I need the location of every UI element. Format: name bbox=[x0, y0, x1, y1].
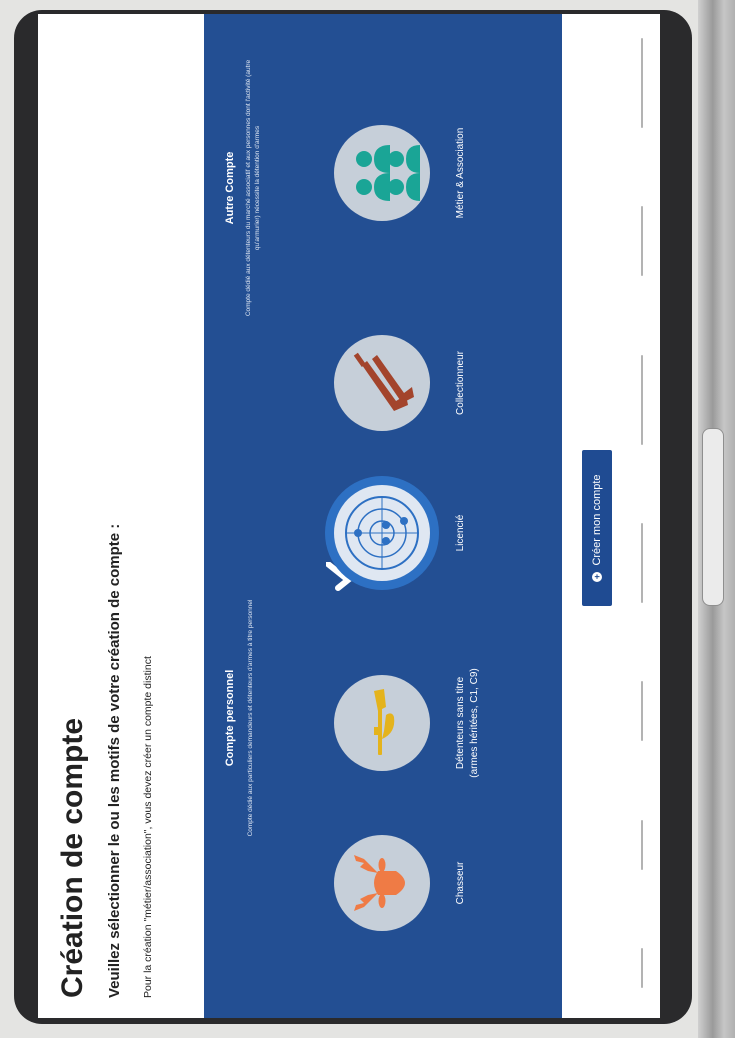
antique-guns-icon bbox=[353, 352, 414, 411]
option-metier-association[interactable]: Métier & Association bbox=[334, 98, 468, 248]
footer-link[interactable] bbox=[641, 523, 643, 604]
option-label: Détenteurs sans titre (armes héritées, C… bbox=[454, 648, 481, 798]
page-subtitle: Veuillez sélectionner le ou les motifs d… bbox=[106, 523, 123, 998]
create-account-button[interactable]: + Créer mon compte bbox=[582, 450, 612, 606]
option-licencie[interactable]: Licencié bbox=[326, 458, 468, 608]
option-chasseur[interactable]: Chasseur bbox=[334, 808, 468, 958]
option-circle bbox=[334, 335, 430, 431]
group-title-personal: Compte personnel bbox=[224, 669, 236, 767]
target-icon bbox=[345, 496, 419, 570]
option-detenteurs-sans-titre[interactable]: Détenteurs sans titre (armes héritées, C… bbox=[334, 648, 481, 798]
option-label-line1: Détenteurs sans titre bbox=[455, 676, 466, 770]
option-label: Métier & Association bbox=[455, 127, 466, 219]
scanner-grip bbox=[702, 428, 724, 606]
footer-link[interactable] bbox=[641, 681, 643, 742]
option-circle bbox=[334, 835, 430, 931]
option-circle bbox=[334, 675, 430, 771]
footer-link[interactable] bbox=[641, 38, 643, 129]
option-collectionneur[interactable]: Collectionneur bbox=[334, 308, 468, 458]
plus-icon: + bbox=[592, 571, 602, 582]
option-label: Licencié bbox=[455, 514, 466, 552]
group-desc-personal: Compte dédié aux particuliers demandeurs… bbox=[247, 599, 254, 837]
option-label-line2: (armes héritées, C1, C9) bbox=[468, 668, 480, 778]
elk-head-icon bbox=[354, 855, 405, 911]
footer-link[interactable] bbox=[641, 206, 643, 277]
group-desc-other: Compte dédié aux détenteurs du marché as… bbox=[245, 59, 262, 317]
group-title-other: Autre Compte bbox=[224, 151, 236, 225]
footer-link[interactable] bbox=[641, 819, 643, 870]
screen: Création de compte Veuillez sélectionner… bbox=[38, 14, 660, 1018]
rifle-hand-icon bbox=[374, 689, 395, 755]
option-circle bbox=[334, 125, 430, 221]
option-label: Chasseur bbox=[455, 861, 466, 905]
footer-link[interactable] bbox=[641, 948, 643, 988]
create-account-label: Créer mon compte bbox=[591, 474, 603, 566]
account-creation-page: Création de compte Veuillez sélectionner… bbox=[38, 14, 660, 1018]
scanner-edge bbox=[698, 0, 735, 1038]
page-note: Pour la création "métier/association", v… bbox=[142, 656, 154, 998]
footer-link[interactable] bbox=[641, 354, 643, 445]
option-circle bbox=[334, 485, 430, 581]
option-label: Collectionneur bbox=[455, 351, 466, 415]
page-title: Création de compte bbox=[56, 717, 89, 998]
footer-links bbox=[640, 38, 644, 988]
people-group-icon bbox=[356, 145, 420, 201]
account-type-panel: Compte personnel Compte dédié aux partic… bbox=[204, 14, 562, 1018]
